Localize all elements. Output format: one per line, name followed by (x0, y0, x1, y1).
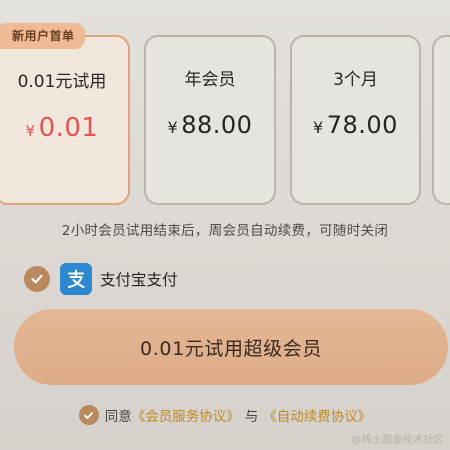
plan-price: ¥0.01 (0, 113, 128, 143)
plan-card-annual[interactable]: 年会员 ¥88.00 (144, 35, 276, 205)
plan-card-partial[interactable] (432, 35, 450, 205)
currency-symbol: ¥ (167, 118, 179, 137)
plan-card-trial[interactable]: 新用户首单 0.01元试用 ¥0.01 (0, 23, 130, 205)
plan-price: ¥88.00 (146, 111, 274, 139)
trial-purchase-button[interactable]: 0.01元试用超级会员 (14, 309, 448, 385)
plan-name: 3个月 (333, 70, 378, 90)
currency-symbol: ¥ (25, 122, 36, 140)
auto-renew-agreement-link[interactable]: 《自动续费协议》 (263, 405, 371, 425)
agree-joiner: 与 (244, 409, 259, 425)
plan-name: 0.01元试用 (17, 72, 107, 92)
agree-check-icon[interactable] (78, 405, 99, 425)
price-value: 88.00 (181, 111, 253, 139)
service-agreement-link[interactable]: 《会员服务协议》 (132, 405, 240, 425)
new-user-badge: 新用户首单 (0, 23, 85, 49)
currency-symbol: ¥ (313, 118, 324, 137)
plan-card-3-months[interactable]: 3个月 ¥78.00 (290, 35, 421, 205)
payment-method-label: 支付宝支付 (100, 271, 178, 289)
agree-prefix: 同意 (104, 409, 132, 425)
plan-name: 年会员 (184, 70, 236, 90)
watermark: @稀土掘金技术社区 (351, 435, 444, 446)
auto-renew-note: 2小时会员试用结束后，周会员自动续费，可随时关闭 (61, 223, 389, 239)
membership-purchase-screen: 新用户首单 0.01元试用 ¥0.01 年会员 ¥88.00 3个月 ¥78.0… (0, 0, 450, 450)
plan-price: ¥78.00 (292, 111, 419, 139)
check-icon[interactable] (24, 266, 50, 292)
price-value: 78.00 (326, 111, 398, 139)
price-value: 0.01 (38, 113, 99, 143)
agreement-row: 同意 《会员服务协议》 与 《自动续费协议》 (0, 402, 450, 428)
alipay-icon (60, 263, 92, 295)
payment-method-alipay[interactable]: 支付宝支付 (24, 262, 178, 296)
